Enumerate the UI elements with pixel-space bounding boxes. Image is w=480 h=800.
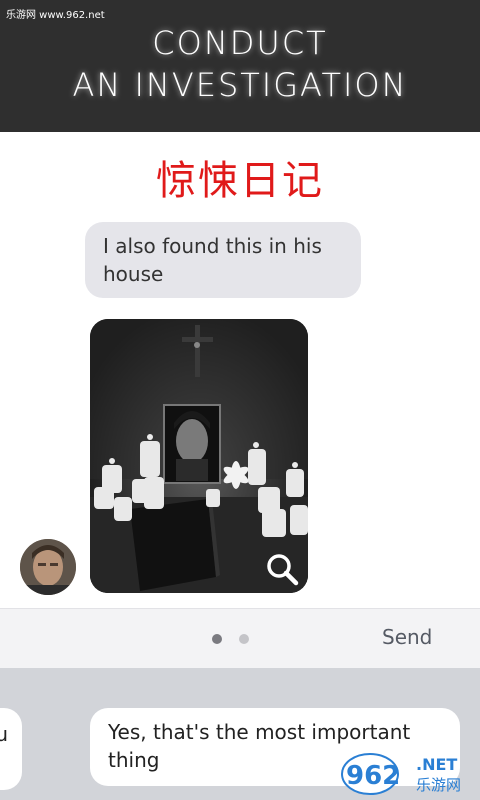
- page-dot-active: [212, 634, 222, 644]
- header-title-line2: AN INVESTIGATION: [72, 66, 408, 104]
- avatar-face: [20, 539, 76, 595]
- site-watermark: 乐游网 www.962.net: [6, 10, 105, 21]
- reply-option-previous-text: u: [0, 722, 8, 746]
- header-banner: 乐游网 www.962.net CONDUCT AN INVESTIGATION: [0, 0, 480, 132]
- app-screen: 乐游网 www.962.net CONDUCT AN INVESTIGATION…: [0, 0, 480, 800]
- evidence-photo[interactable]: [90, 319, 308, 593]
- site-logo: 962 .NET 乐游网: [340, 748, 478, 796]
- logo-962-graphic: 962 .NET 乐游网: [341, 753, 461, 795]
- logo-text-net: .NET: [416, 755, 457, 774]
- reply-option-previous[interactable]: u: [0, 708, 22, 790]
- magnifier-icon[interactable]: [264, 551, 300, 587]
- logo-text-cn: 乐游网: [416, 776, 461, 794]
- chat-area: 惊悚日记 I also found this in his house: [0, 132, 480, 608]
- send-button[interactable]: Send: [382, 625, 432, 649]
- logo-text-962: 962: [346, 761, 400, 791]
- incoming-message-bubble: I also found this in his house: [85, 222, 361, 298]
- page-dot-inactive: [239, 634, 249, 644]
- header-title-line1: CONDUCT: [152, 24, 328, 62]
- app-name-title: 惊悚日记: [156, 158, 324, 204]
- message-composer: Send: [0, 608, 480, 668]
- magnifier-icon-svg: [267, 554, 299, 586]
- contact-avatar[interactable]: [20, 539, 76, 595]
